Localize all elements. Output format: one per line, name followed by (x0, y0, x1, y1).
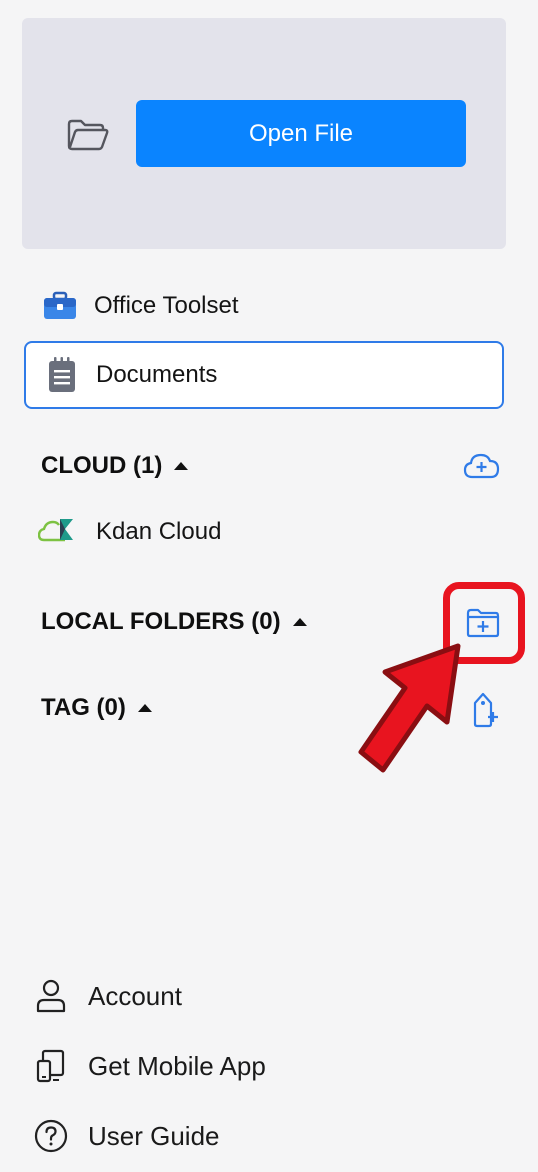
cloud-add-icon[interactable] (462, 446, 502, 486)
notepad-icon (44, 357, 80, 393)
toolbox-icon (42, 288, 78, 324)
cloud-item-label: Kdan Cloud (96, 518, 222, 545)
section-title: CLOUD (1) (41, 452, 163, 479)
section-header-tag[interactable]: TAG (0) (41, 694, 152, 722)
kdan-cloud-icon (37, 516, 76, 549)
section-header-cloud[interactable]: CLOUD (1) (41, 452, 189, 480)
tag-add-icon[interactable] (464, 690, 504, 730)
section-title: TAG (0) (41, 694, 126, 721)
footer-item-user-guide[interactable]: User Guide (34, 1114, 220, 1158)
user-icon (34, 979, 68, 1013)
help-icon (34, 1119, 68, 1153)
footer-item-account[interactable]: Account (34, 974, 182, 1018)
collapse-caret-icon[interactable] (174, 462, 189, 470)
footer-item-get-mobile-app[interactable]: Get Mobile App (34, 1044, 266, 1088)
section-title: LOCAL FOLDERS (0) (41, 608, 281, 635)
mobile-app-icon (34, 1049, 68, 1083)
section-header-local-folders[interactable]: LOCAL FOLDERS (0) (41, 608, 307, 636)
nav-item-label: Office Toolset (94, 292, 239, 319)
open-folder-icon (66, 118, 110, 152)
nav-item-label: Documents (96, 361, 218, 388)
footer-item-label: User Guide (88, 1120, 220, 1151)
open-file-button[interactable]: Open File (136, 100, 466, 167)
nav-item-office-toolset[interactable]: Office Toolset (24, 272, 504, 340)
annotation-arrow-icon (355, 640, 465, 780)
nav-item-documents[interactable]: Documents (24, 341, 504, 409)
cloud-item-kdan-cloud[interactable]: Kdan Cloud (37, 510, 222, 554)
collapse-caret-icon[interactable] (137, 704, 152, 712)
footer-item-label: Account (88, 980, 182, 1011)
footer-item-label: Get Mobile App (88, 1050, 266, 1081)
collapse-caret-icon[interactable] (292, 618, 307, 626)
